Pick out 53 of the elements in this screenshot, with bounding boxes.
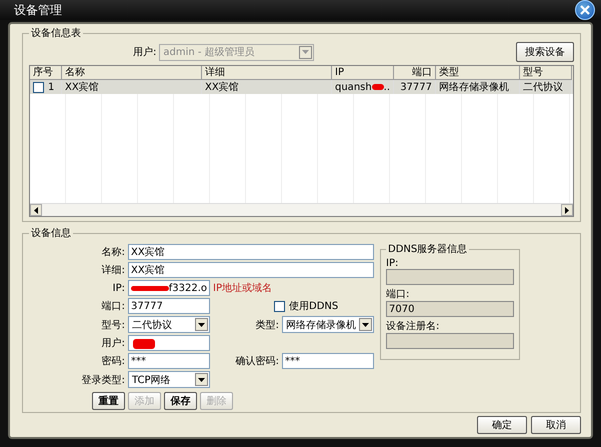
close-button[interactable]: [575, 0, 595, 20]
scroll-left-icon[interactable]: [34, 206, 38, 214]
field-label: 详细:: [100, 264, 125, 277]
field-label: 端口:: [100, 300, 125, 313]
use-ddns-checkbox[interactable]: 使用DDNS: [274, 299, 374, 313]
user-label: 用户:: [133, 46, 156, 59]
ip-field[interactable]: f3322.o: [128, 280, 210, 296]
search-button[interactable]: 搜索设备: [516, 42, 574, 62]
field-label: IP:: [112, 282, 125, 294]
action-button[interactable]: 保存: [164, 392, 197, 410]
action-button[interactable]: 重置: [92, 392, 125, 410]
user-field[interactable]: [128, 335, 210, 351]
password-field[interactable]: ***: [128, 353, 210, 369]
confirm-password-field[interactable]: ***: [282, 353, 374, 369]
ddns-port-field[interactable]: 7070: [386, 301, 514, 317]
name-field[interactable]: XX宾馆: [128, 244, 374, 260]
dialog-button[interactable]: 取消: [531, 416, 581, 434]
group-title: DDNS服务器信息: [387, 242, 468, 256]
field-label: 端口:: [386, 288, 410, 301]
field-label: 设备注册名:: [386, 320, 440, 333]
login-type-dropdown[interactable]: TCP网络: [128, 371, 210, 388]
field-label: 确认密码:: [234, 354, 279, 368]
table-cell: 37777: [400, 82, 432, 92]
field-label: 密码:: [100, 354, 125, 368]
group-title: 设备信息表: [30, 26, 82, 40]
table-cell-text: 网络存储录像机: [439, 80, 509, 94]
table-cell: quansh: [335, 82, 372, 92]
scroll-right-icon[interactable]: [565, 206, 569, 214]
group-title: 设备信息: [30, 226, 72, 240]
ddns-name-field[interactable]: [386, 333, 514, 349]
field-label: 名称:: [100, 246, 125, 259]
table-cell: ..: [384, 82, 390, 92]
table-cell-text: 二代协议: [523, 80, 563, 94]
redaction-mark: [372, 84, 384, 90]
ip-hint: IP地址或域名: [213, 282, 273, 295]
field-label: 类型:: [254, 318, 279, 332]
ddns-ip-field[interactable]: [386, 269, 514, 285]
type-dropdown[interactable]: 网络存储录像机: [282, 316, 374, 333]
port-field[interactable]: 37777: [128, 298, 210, 314]
field-label: 用户:: [100, 336, 125, 350]
table-cell: 1: [48, 82, 54, 92]
field-label: 型号:: [100, 318, 125, 332]
dialog-button[interactable]: 确定: [477, 416, 527, 434]
checkbox[interactable]: [33, 82, 44, 92]
model-dropdown[interactable]: 二代协议: [128, 316, 210, 333]
horizontal-scrollbar[interactable]: [30, 203, 573, 216]
detail-field[interactable]: XX宾馆: [128, 262, 374, 278]
window-title: 设备管理: [14, 2, 62, 18]
field-label: IP:: [386, 258, 400, 269]
table-cell-text: XX宾馆: [205, 80, 239, 94]
table-row[interactable]: 1 XX宾馆 XX宾馆 quansh .. 37777 网络存储录像机 二代协议: [30, 80, 573, 94]
field-label: 登录类型:: [80, 374, 125, 386]
table-cell-text: XX宾馆: [65, 80, 99, 94]
